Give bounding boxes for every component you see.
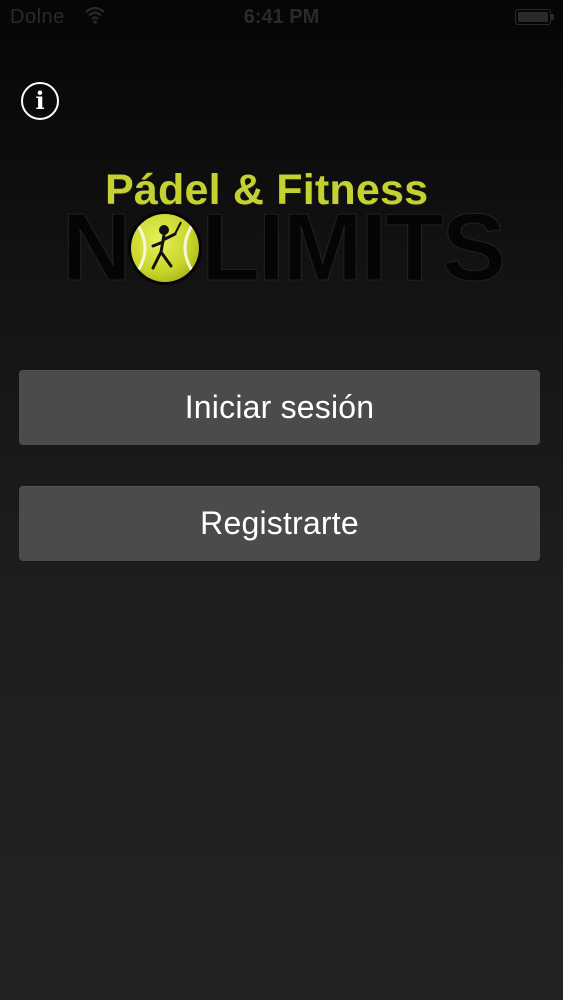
logo-letters-limits: LIMITS <box>201 194 507 301</box>
logo-wordmark: N LIMITS <box>61 199 506 296</box>
login-button[interactable]: Iniciar sesión <box>19 370 540 445</box>
battery-tip <box>551 14 554 20</box>
status-time: 6:41 PM <box>243 6 320 28</box>
tennis-ball-icon <box>131 214 200 282</box>
login-button-label: Iniciar sesión <box>184 389 375 425</box>
info-button[interactable]: i <box>21 82 59 120</box>
logo-letter-n: N <box>61 194 131 301</box>
info-icon: i <box>35 86 45 115</box>
register-button-label: Registrarte <box>200 505 359 541</box>
brand-logo: Pádel & Fitness N LIMITS <box>0 160 563 300</box>
battery-icon <box>515 9 551 25</box>
status-bar: Dolne 6:41 PM <box>0 0 563 38</box>
register-button[interactable]: Registrarte <box>19 486 540 561</box>
